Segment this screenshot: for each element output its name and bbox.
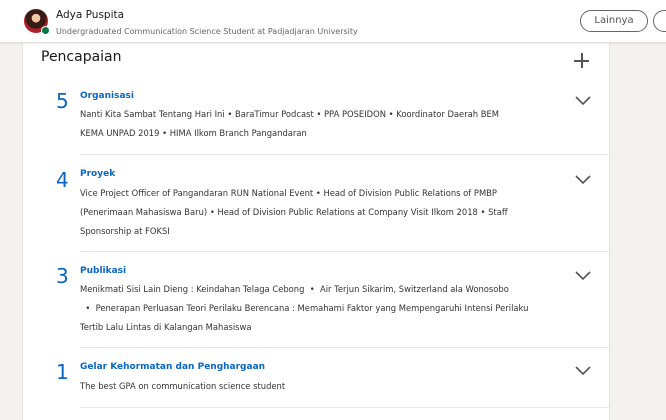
section-line: KEMA UNPAD 2019 • HIMA Ilkom Branch Pang…	[80, 128, 307, 138]
section-line: Nanti Kita Sambat Tentang Hari Ini • Bar…	[80, 109, 500, 119]
card-title: Pencapaian	[41, 49, 122, 65]
section-line: Tertib Lalu Lintas di Kalangan Mahasiswa	[80, 322, 252, 332]
section-line: Vice Project Officer of Pangandaran RUN …	[80, 188, 497, 198]
chevron-down-icon[interactable]	[575, 271, 591, 281]
section-count: 4	[56, 168, 69, 192]
section-line: The best GPA on communication science st…	[80, 381, 286, 391]
section-count: 5	[56, 89, 69, 113]
section-title[interactable]: Proyek	[80, 169, 115, 179]
divider	[80, 347, 609, 348]
profile-headline: Undergraduated Communication Science Stu…	[56, 27, 358, 36]
divider	[80, 251, 609, 252]
chevron-down-icon[interactable]	[575, 366, 591, 376]
divider	[80, 407, 609, 408]
divider	[80, 154, 609, 155]
next-action-button[interactable]	[653, 10, 666, 32]
profile-top-bar: Adya Puspita Undergraduated Communicatio…	[0, 0, 666, 43]
section-count: 1	[56, 360, 69, 384]
section-items: The best GPA on communication science st…	[80, 377, 550, 396]
chevron-down-icon[interactable]	[575, 175, 591, 185]
section-line: Sponsorship at FOKSI	[80, 226, 170, 236]
plus-icon[interactable]	[573, 52, 591, 70]
section-title[interactable]: Organisasi	[80, 91, 134, 101]
section-items: Menikmati Sisi Lain Dieng : Keindahan Te…	[80, 280, 550, 337]
achievements-card: Pencapaian 5 Organisasi Nanti Kita Samba…	[22, 40, 610, 420]
more-button[interactable]: Lainnya	[580, 10, 648, 32]
section-items: Vice Project Officer of Pangandaran RUN …	[80, 184, 550, 241]
profile-name: Adya Puspita	[56, 9, 125, 21]
section-title[interactable]: Publikasi	[80, 266, 126, 276]
section-line: Menikmati Sisi Lain Dieng : Keindahan Te…	[80, 284, 509, 294]
section-title[interactable]: Gelar Kehormatan dan Penghargaan	[80, 362, 265, 372]
section-count: 3	[56, 264, 69, 288]
section-line: • Penerapan Perluasan Teori Perilaku Ber…	[80, 303, 529, 313]
online-status-icon	[41, 26, 50, 35]
section-items: Nanti Kita Sambat Tentang Hari Ini • Bar…	[80, 105, 550, 143]
chevron-down-icon[interactable]	[575, 96, 591, 106]
section-line: (Penerimaan Mahasiswa Baru) • Head of Di…	[80, 207, 508, 217]
